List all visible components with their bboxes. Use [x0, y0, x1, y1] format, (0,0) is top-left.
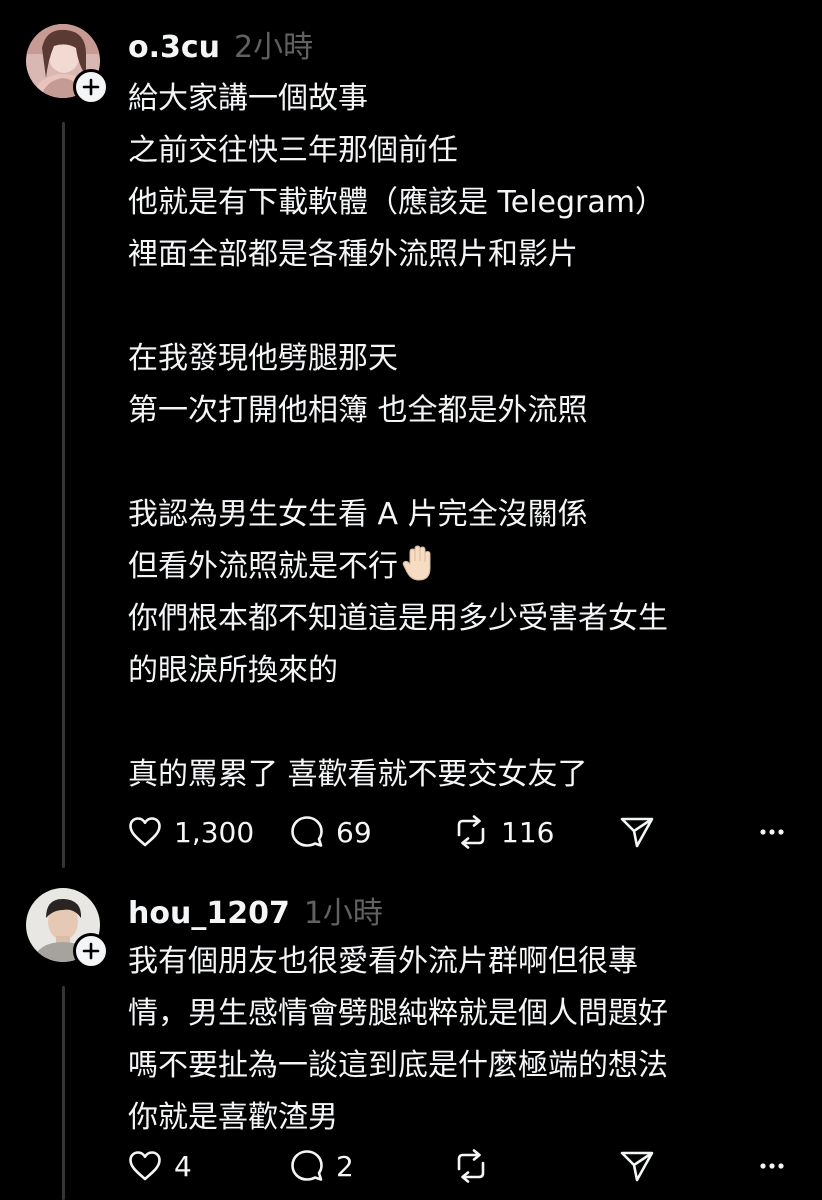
send-icon [620, 817, 654, 848]
post-line: 情，男生感情會劈腿純粹就是個人問題好 [128, 996, 668, 1031]
comment-count: 2 [336, 1149, 354, 1183]
comment-count: 69 [336, 815, 372, 849]
post-line: 我認為男生女生看 A 片完全沒關係 [128, 497, 588, 532]
post-line: 給大家講一個故事 [128, 81, 368, 116]
more-dots-icon [760, 829, 784, 835]
comment-button[interactable]: 2 [290, 1146, 354, 1186]
post-line: 嗎不要扯為一談這到底是什麼極端的想法 [128, 1048, 668, 1083]
post-line: 我有個朋友也很愛看外流片群啊但很專 [128, 944, 638, 979]
send-icon [620, 1151, 654, 1182]
post-line: 他就是有下載軟體（應該是 Telegram） [128, 185, 665, 220]
more-options-button[interactable] [760, 812, 784, 852]
repost-button[interactable]: 116 [453, 812, 554, 852]
share-button[interactable] [619, 812, 655, 852]
post-line: 的眼淚所換來的 [128, 653, 338, 688]
like-count: 1,300 [174, 815, 255, 849]
more-dots-icon [760, 1163, 784, 1169]
heart-icon [129, 1151, 161, 1181]
post-2: hou_1207 1小時 我有個朋友也很愛看外流片群啊但很專 情，男生感情會劈腿… [0, 870, 822, 1200]
username[interactable]: hou_1207 [128, 896, 290, 931]
action-bar: 1,300 69 116 [128, 812, 788, 852]
username[interactable]: o.3cu [128, 30, 220, 65]
post-line-with-emoji: 但看外流照就是不行 [128, 541, 798, 593]
post-text: 給大家講一個故事 之前交往快三年那個前任 他就是有下載軟體（應該是 Telegr… [128, 73, 798, 801]
post-line: 第一次打開他相簿 也全都是外流照 [128, 393, 588, 428]
post-text: 我有個朋友也很愛看外流片群啊但很專 情，男生感情會劈腿純粹就是個人問題好 嗎不要… [128, 936, 798, 1144]
timestamp: 1小時 [303, 896, 383, 931]
like-button[interactable]: 1,300 [128, 812, 254, 852]
thread-line [62, 122, 65, 868]
post-line: 你就是喜歡渣男 [128, 1100, 338, 1135]
post-1: o.3cu 2小時 給大家講一個故事 之前交往快三年那個前任 他就是有下載軟體（… [0, 0, 822, 870]
comment-icon [291, 1150, 323, 1181]
post-line: 但看外流照就是不行 [128, 549, 398, 584]
follow-button[interactable] [73, 933, 109, 969]
repost-icon [457, 1149, 485, 1183]
action-bar: 4 2 [128, 1146, 788, 1186]
plus-icon [82, 78, 100, 96]
more-options-button[interactable] [760, 1146, 784, 1186]
like-count: 4 [174, 1149, 192, 1183]
share-button[interactable] [619, 1146, 655, 1186]
raised-hand-icon [402, 544, 436, 599]
comment-icon [291, 816, 323, 847]
comment-button[interactable]: 69 [290, 812, 372, 852]
heart-icon [129, 817, 161, 847]
repost-icon [457, 815, 485, 849]
repost-count: 116 [501, 815, 555, 849]
plus-icon [82, 942, 100, 960]
like-button[interactable]: 4 [128, 1146, 192, 1186]
post-line: 你們根本都不知道這是用多少受害者女生 [128, 601, 668, 636]
post-line: 裡面全部都是各種外流照片和影片 [128, 237, 578, 272]
post-line: 之前交往快三年那個前任 [128, 133, 458, 168]
post-line: 真的罵累了 喜歡看就不要交女友了 [128, 757, 588, 792]
repost-button[interactable] [453, 1146, 501, 1186]
timestamp: 2小時 [234, 30, 314, 65]
post-line: 在我發現他劈腿那天 [128, 341, 398, 376]
follow-button[interactable] [73, 69, 109, 105]
thread-line [62, 986, 65, 1200]
